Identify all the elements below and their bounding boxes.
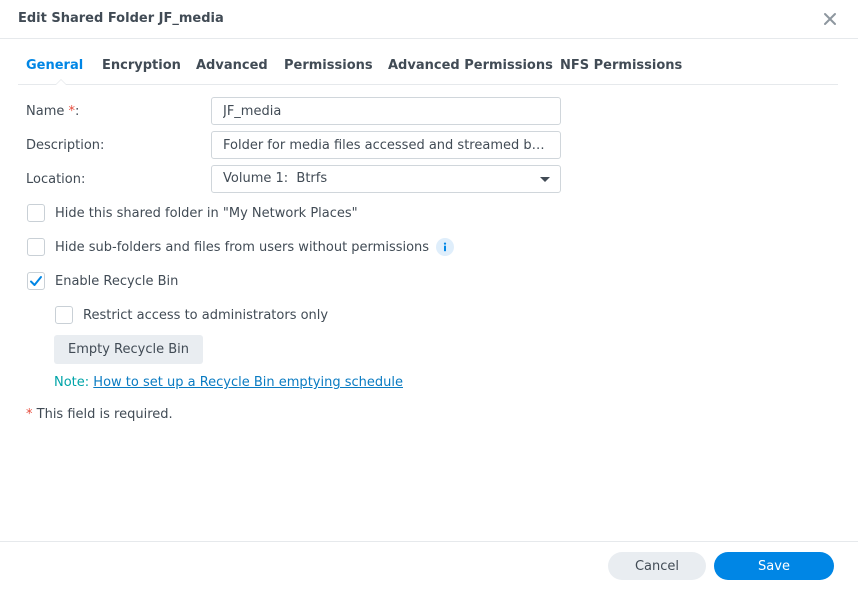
location-select[interactable]: Volume 1: Btrfs	[211, 165, 561, 193]
save-button[interactable]: Save	[714, 552, 834, 580]
dialog-titlebar: Edit Shared Folder JF_media	[0, 0, 858, 39]
restrict-admin-label: Restrict access to administrators only	[83, 307, 329, 323]
hide-subfolders-option[interactable]: Hide sub-folders and files from users wi…	[27, 237, 455, 257]
dialog-title: Edit Shared Folder JF_media	[18, 11, 224, 26]
dialog-footer: Cancel Save	[0, 541, 858, 589]
name-label-colon: :	[75, 104, 80, 119]
required-note-mark: *	[26, 407, 33, 422]
hide-network-places-checkbox[interactable]	[27, 204, 45, 222]
active-tab-indicator	[55, 79, 67, 85]
recycle-schedule-link[interactable]: How to set up a Recycle Bin emptying sch…	[93, 375, 403, 390]
close-icon[interactable]	[820, 9, 840, 29]
recycle-bin-checkbox[interactable]	[27, 272, 45, 290]
recycle-note: Note: How to set up a Recycle Bin emptyi…	[54, 375, 403, 390]
tab-permissions[interactable]: Permissions	[284, 58, 373, 73]
location-label: Location:	[26, 172, 86, 187]
name-label: Name *:	[26, 104, 79, 119]
note-prefix: Note:	[54, 375, 90, 390]
description-label: Description:	[26, 138, 105, 153]
tab-general[interactable]: General	[26, 58, 83, 73]
hide-subfolders-checkbox[interactable]	[27, 238, 45, 256]
tab-advanced-permissions[interactable]: Advanced Permissions	[388, 58, 553, 73]
cancel-button[interactable]: Cancel	[608, 552, 706, 580]
tab-bar: General Encryption Advanced Permissions …	[18, 55, 838, 85]
checkmark-icon	[30, 276, 42, 286]
tab-nfs-permissions[interactable]: NFS Permissions	[560, 58, 682, 73]
location-value: Volume 1: Btrfs	[223, 171, 328, 186]
restrict-admin-checkbox[interactable]	[55, 306, 73, 324]
tab-encryption[interactable]: Encryption	[102, 58, 181, 73]
required-note-text: This field is required.	[36, 407, 173, 422]
empty-recycle-bin-button[interactable]: Empty Recycle Bin	[54, 335, 203, 364]
hide-network-places-label: Hide this shared folder in "My Network P…	[55, 205, 358, 221]
hide-network-places-option[interactable]: Hide this shared folder in "My Network P…	[27, 203, 358, 223]
info-icon[interactable]	[436, 238, 455, 256]
required-field-note: * This field is required.	[26, 407, 173, 422]
hide-subfolders-label: Hide sub-folders and files from users wi…	[55, 239, 430, 255]
edit-shared-folder-dialog: Edit Shared Folder JF_media General Encr…	[0, 0, 858, 589]
name-input[interactable]	[211, 97, 561, 125]
recycle-bin-label: Enable Recycle Bin	[55, 273, 179, 289]
recycle-bin-option[interactable]: Enable Recycle Bin	[27, 271, 178, 291]
tab-advanced[interactable]: Advanced	[196, 58, 268, 73]
description-input[interactable]	[211, 131, 561, 159]
name-label-text: Name	[26, 104, 65, 119]
chevron-down-icon	[540, 177, 550, 182]
restrict-admin-option[interactable]: Restrict access to administrators only	[55, 305, 328, 325]
